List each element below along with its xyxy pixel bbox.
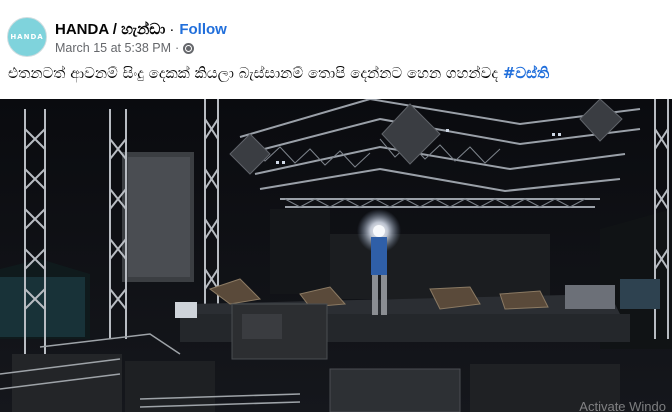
post-caption: එතනටත් ආවනම් සිංදු දෙකක් කියලා බැස්සානම්…: [8, 64, 672, 88]
avatar-text: HANDA: [10, 33, 44, 41]
page-name-link[interactable]: HANDA / හැන්ඩා: [55, 21, 165, 38]
meta-separator: ·: [175, 41, 180, 55]
activate-windows-watermark: Activate Windo: [579, 399, 666, 412]
post-meta: March 15 at 5:38 PM ·: [55, 40, 195, 56]
globe-icon[interactable]: [183, 42, 195, 54]
caption-text: එතනටත් ආවනම් සිංදු දෙකක් කියලා බැස්සානම්…: [8, 64, 503, 82]
hashtag-link[interactable]: #වස්ති: [503, 64, 549, 82]
name-line: HANDA / හැන්ඩා · Follow: [55, 20, 227, 38]
post-video[interactable]: Activate Windo: [0, 99, 672, 412]
avatar[interactable]: HANDA: [7, 17, 47, 57]
name-separator: ·: [169, 20, 175, 38]
post-timestamp[interactable]: March 15 at 5:38 PM: [55, 41, 171, 55]
post-header: HANDA HANDA / හැන්ඩා · Follow March 15 a…: [0, 0, 672, 62]
stage-scene-image: [0, 99, 672, 412]
follow-button[interactable]: Follow: [179, 21, 227, 38]
